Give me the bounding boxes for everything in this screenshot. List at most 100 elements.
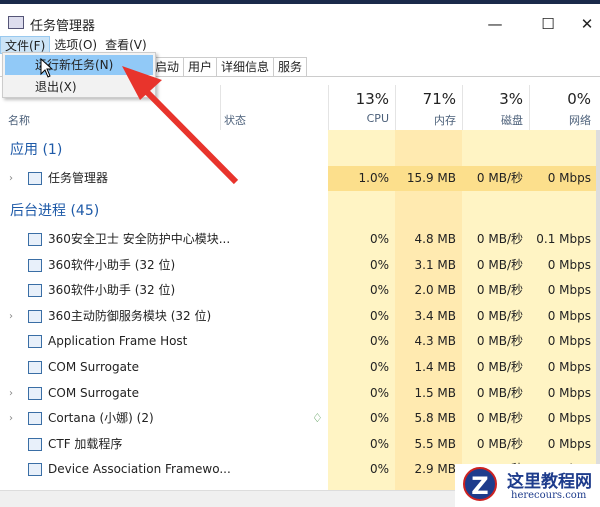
process-net: 0 Mbps (547, 308, 591, 323)
process-disk: 0 MB/秒 (476, 308, 523, 323)
process-row[interactable]: › Cortana (小娜) (2) ♢ 0% 5.8 MB 0 MB/秒 0 Mbps (0, 406, 597, 431)
title-bar: 任务管理器 — ☐ ✕ (0, 0, 600, 38)
process-icon (28, 463, 42, 477)
process-icon (28, 233, 42, 246)
process-cpu: 0% (369, 436, 389, 451)
expand-chevron-icon[interactable]: › (9, 166, 13, 191)
header-memory[interactable]: 71% 内存 (395, 85, 462, 130)
tab-services[interactable]: 服务 (273, 57, 308, 76)
process-disk: 0 MB/秒 (476, 436, 523, 451)
process-row[interactable]: CTF 加载程序 0% 5.5 MB 0 MB/秒 0 Mbps (0, 432, 597, 457)
watermark-title: 这里教程网 (507, 472, 592, 492)
disk-label: 磁盘 (501, 114, 523, 127)
process-cpu: 0% (369, 462, 389, 477)
expand-chevron-icon[interactable]: › (9, 406, 13, 431)
process-name: 360软件小助手 (32 位) (48, 283, 176, 298)
mouse-cursor-icon (40, 57, 54, 82)
expand-chevron-icon[interactable]: › (9, 381, 13, 406)
process-disk: 0 MB/秒 (476, 257, 523, 272)
process-cpu: 0% (369, 411, 389, 426)
process-disk: 0 MB/秒 (476, 334, 523, 349)
process-cpu: 0% (369, 257, 389, 272)
disk-total: 3% (499, 90, 523, 108)
process-cpu: 0% (369, 334, 389, 349)
process-row[interactable]: COM Surrogate 0% 1.4 MB 0 MB/秒 0 Mbps (0, 355, 597, 380)
header-name[interactable]: 名称 (8, 112, 30, 128)
menu-item-exit[interactable]: 退出(X) (5, 77, 153, 97)
process-mem: 3.4 MB (414, 308, 456, 323)
process-icon (28, 437, 42, 451)
tab-details[interactable]: 详细信息 (216, 57, 275, 76)
header-status-label: 状态 (224, 114, 246, 127)
process-disk: 0 MB/秒 (476, 411, 523, 426)
process-cpu: 0% (369, 283, 389, 298)
cpu-total: 13% (355, 90, 389, 108)
expand-chevron-icon[interactable]: › (9, 304, 13, 329)
process-icon (28, 258, 42, 272)
file-menu-dropdown: 运行新任务(N) 退出(X) (2, 52, 156, 98)
header-network[interactable]: 0% 网络 (529, 85, 597, 130)
cpu-label: CPU (366, 112, 389, 125)
process-disk: 0 MB/秒 (476, 283, 523, 298)
process-icon (28, 361, 42, 374)
process-row[interactable]: 360软件小助手 (32 位) 0% 2.0 MB 0 MB/秒 0 Mbps (0, 278, 597, 303)
process-cpu: 0% (369, 232, 389, 246)
process-disk: 0 MB/秒 (476, 360, 523, 374)
process-row[interactable]: › 任务管理器 1.0% 15.9 MB 0 MB/秒 0 Mbps (0, 166, 597, 191)
process-row[interactable]: 360安全卫士 安全防护中心模块... 0% 4.8 MB 0 MB/秒 0.1 Mbp… (0, 227, 597, 252)
tab-users[interactable]: 用户 (183, 57, 218, 76)
process-name: COM Surrogate (48, 360, 140, 374)
process-disk: 0 MB/秒 (476, 171, 523, 185)
window-title: 任务管理器 (30, 19, 96, 34)
process-net: 0 Mbps (547, 257, 591, 272)
process-net: 0 Mbps (547, 436, 591, 451)
watermark-url: herecours.com (511, 490, 587, 501)
header-status[interactable]: 状态 (220, 85, 328, 130)
process-row[interactable]: › COM Surrogate 0% 1.5 MB 0 MB/秒 0 Mbps (0, 381, 597, 406)
process-mem: 2.0 MB (414, 283, 456, 298)
group-background[interactable]: 后台进程 (45) (0, 199, 597, 224)
process-icon (28, 386, 42, 400)
process-icon (28, 335, 42, 349)
process-name: 360软件小助手 (32 位) (48, 257, 176, 272)
process-row[interactable]: 360软件小助手 (32 位) 0% 3.1 MB 0 MB/秒 0 Mbps (0, 253, 597, 278)
process-icon (28, 172, 42, 185)
header-cpu[interactable]: 13% CPU (328, 85, 395, 130)
process-cpu: 0% (369, 308, 389, 323)
group-apps-label: 应用 (1) (10, 142, 63, 158)
process-list: 应用 (1) › 任务管理器 1.0% 15.9 MB 0 MB/秒 0 Mbps 后台进程 … (0, 130, 597, 490)
process-net: 0 Mbps (547, 411, 591, 426)
process-icon (28, 284, 42, 298)
process-row[interactable]: Application Frame Host 0% 4.3 MB 0 MB/秒 0 Mb… (0, 329, 597, 354)
process-net: 0 Mbps (547, 171, 591, 185)
process-cpu: 0% (369, 360, 389, 374)
process-name: 360主动防御服务模块 (32 位) (48, 308, 212, 323)
process-net: 0 Mbps (547, 360, 591, 374)
vertical-scrollbar[interactable] (596, 130, 600, 490)
process-row[interactable]: › 360主动防御服务模块 (32 位) 0% 3.4 MB 0 MB/秒 0 Mbps (0, 304, 597, 329)
process-mem: 15.9 MB (406, 171, 456, 185)
watermark-logo: Z (463, 467, 497, 501)
watermark: Z 这里教程网 herecours.com (455, 464, 600, 507)
process-mem: 2.9 MB (414, 462, 456, 477)
task-manager-icon (8, 16, 24, 29)
network-total: 0% (567, 90, 591, 108)
close-button[interactable]: ✕ (572, 12, 600, 36)
process-name: CTF 加载程序 (48, 436, 123, 451)
maximize-button[interactable]: ☐ (533, 12, 563, 36)
process-net: 0 Mbps (547, 334, 591, 349)
process-cpu: 1.0% (358, 171, 390, 185)
process-mem: 3.1 MB (414, 257, 456, 272)
process-mem: 1.5 MB (414, 385, 456, 400)
minimize-button[interactable]: — (480, 12, 510, 36)
process-name: Application Frame Host (48, 334, 188, 349)
network-label: 网络 (569, 114, 591, 127)
process-disk: 0 MB/秒 (476, 385, 523, 400)
group-apps[interactable]: 应用 (1) (0, 138, 597, 163)
header-disk[interactable]: 3% 磁盘 (462, 85, 529, 130)
menu-item-run-new-task[interactable]: 运行新任务(N) (5, 55, 153, 75)
process-icon (28, 309, 42, 323)
process-mem: 5.5 MB (414, 436, 456, 451)
leaf-status-icon: ♢ (312, 411, 323, 426)
group-background-label: 后台进程 (45) (10, 203, 100, 219)
